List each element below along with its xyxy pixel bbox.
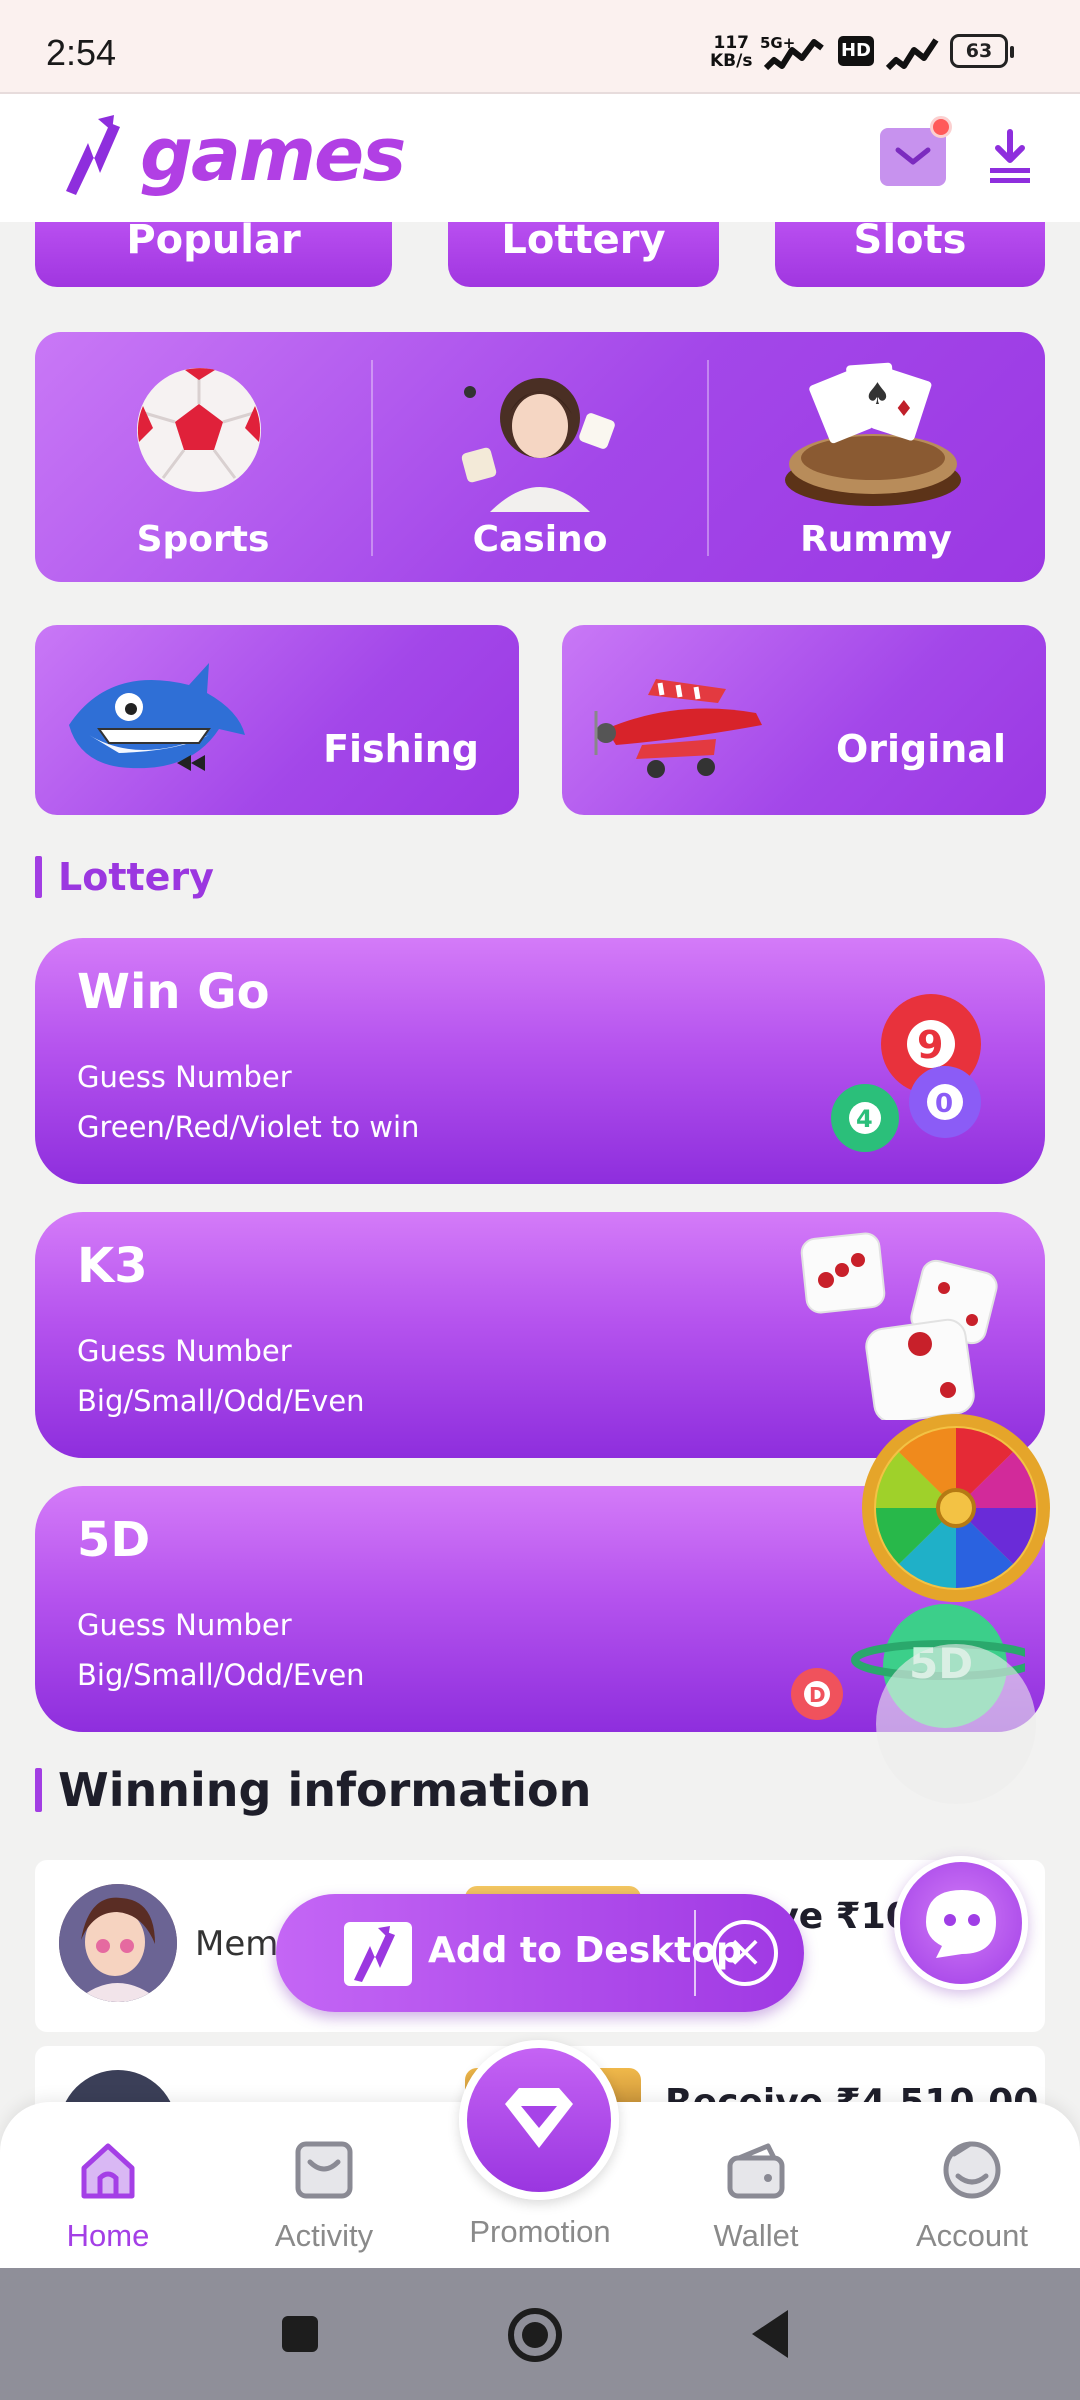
shark-image: [69, 663, 245, 771]
account-icon: [943, 2141, 1001, 2199]
support-chat-button[interactable]: [894, 1856, 1028, 1990]
app-logo[interactable]: games: [58, 112, 406, 198]
wallet-icon: [727, 2143, 785, 2199]
promotion-center-button[interactable]: [459, 2040, 619, 2200]
logo-mark-icon: [354, 1926, 395, 1982]
close-icon[interactable]: ×: [712, 1920, 778, 1986]
nav-item-home[interactable]: Home: [23, 2138, 193, 2254]
rummy-cards-image: ♠ ♦: [785, 362, 961, 506]
logo-text: games: [140, 112, 406, 198]
nav-label: Account: [915, 2218, 1028, 2253]
game-name: 5D: [77, 1512, 151, 1568]
app-header: games: [0, 92, 1080, 222]
svg-text:4: 4: [856, 1105, 873, 1133]
category-lottery[interactable]: Lottery: [448, 220, 719, 287]
system-nav-bar: [0, 2268, 1080, 2400]
net-speed: 117 KB/s: [710, 34, 752, 70]
category-label: Casino: [472, 519, 608, 560]
category-fishing[interactable]: Fishing: [35, 625, 519, 815]
home-icon: [81, 2143, 135, 2199]
category-original[interactable]: Original: [562, 625, 1046, 815]
game-description: Green/Red/Violet to win: [77, 1110, 420, 1144]
nav-label: Wallet: [713, 2218, 799, 2253]
svg-text:0: 0: [935, 1089, 953, 1119]
notification-dot: [930, 116, 952, 138]
nav-label: Promotion: [469, 2214, 611, 2249]
divider: [694, 1910, 696, 1996]
lottery-card-wingo[interactable]: Win Go Guess Number Green/Red/Violet to …: [35, 938, 1045, 1184]
category-casino[interactable]: Casino: [372, 332, 708, 582]
lucky-wheel-widget[interactable]: [858, 1410, 1054, 1606]
section-marker: [35, 1768, 42, 1812]
floating-widget-shadow: [876, 1644, 1036, 1804]
section-heading-winning: Winning information: [35, 1763, 591, 1817]
category-slots[interactable]: Slots: [775, 220, 1045, 287]
game-name: Win Go: [77, 964, 270, 1020]
status-time: 2:54: [46, 32, 117, 73]
airplane-image: [594, 679, 762, 778]
dice-image: [800, 1232, 998, 1420]
nav-item-wallet[interactable]: Wallet: [671, 2138, 841, 2254]
category-rummy[interactable]: ♠ ♦ Rummy: [708, 332, 1044, 582]
category-card-group: Sports Casino ♠ ♦ Rummy: [35, 332, 1045, 582]
hd-badge: HD: [838, 36, 874, 66]
section-heading-lottery: Lottery: [35, 855, 214, 899]
prize-wheel-icon: [862, 1414, 1050, 1602]
activity-icon: [295, 2141, 353, 2199]
chat-bot-icon: [926, 1890, 996, 1958]
recents-button[interactable]: [282, 2316, 318, 2352]
category-sports[interactable]: Sports: [35, 332, 371, 582]
lottery-balls-image: 9 0 4: [831, 994, 981, 1152]
game-description: Big/Small/Odd/Even: [77, 1384, 365, 1418]
nav-label: Activity: [274, 2218, 374, 2253]
category-label: Original: [835, 727, 1006, 771]
nav-label: Home: [66, 2218, 150, 2253]
svg-text:♦: ♦: [894, 397, 914, 422]
mail-button[interactable]: [880, 116, 952, 186]
net-speed-value: 117: [713, 33, 749, 53]
svg-text:D: D: [809, 1683, 826, 1707]
avatar-image: [59, 1884, 177, 2002]
avatar: [59, 1884, 177, 2002]
diamond-icon: [505, 2088, 573, 2148]
soccer-ball-icon: [137, 368, 261, 492]
svg-text:9: 9: [917, 1023, 943, 1067]
logo-mark-icon: [66, 115, 120, 195]
category-label: Rummy: [800, 519, 952, 560]
nav-item-activity[interactable]: Activity: [239, 2138, 409, 2254]
section-title: Lottery: [58, 855, 214, 899]
category-popular[interactable]: Popular: [35, 220, 392, 287]
app-icon: [344, 1922, 412, 1986]
category-label: Fishing: [323, 727, 479, 771]
net-speed-unit: KB/s: [710, 51, 753, 71]
game-subtitle: Guess Number: [77, 1060, 292, 1094]
back-button[interactable]: [752, 2310, 788, 2358]
game-name: K3: [77, 1238, 148, 1294]
category-label: Sports: [136, 519, 270, 560]
status-bar: 2:54 117 KB/s 5G+ HD 63: [0, 0, 1080, 92]
signal-icon: [885, 38, 939, 71]
casino-dealer-image: [461, 378, 615, 512]
signal-5g-icon: 5G+: [760, 34, 824, 71]
section-marker: [35, 856, 42, 898]
game-subtitle: Guess Number: [77, 1608, 292, 1642]
download-icon[interactable]: [986, 128, 1034, 184]
game-subtitle: Guess Number: [77, 1334, 292, 1368]
section-title: Winning information: [58, 1763, 592, 1817]
game-description: Big/Small/Odd/Even: [77, 1658, 365, 1692]
svg-text:♠: ♠: [864, 377, 891, 412]
battery-indicator: 63: [950, 34, 1014, 68]
add-to-desktop-banner[interactable]: Add to Desktop ×: [276, 1894, 804, 2012]
nav-item-account[interactable]: Account: [887, 2138, 1057, 2254]
home-button[interactable]: [508, 2308, 562, 2362]
